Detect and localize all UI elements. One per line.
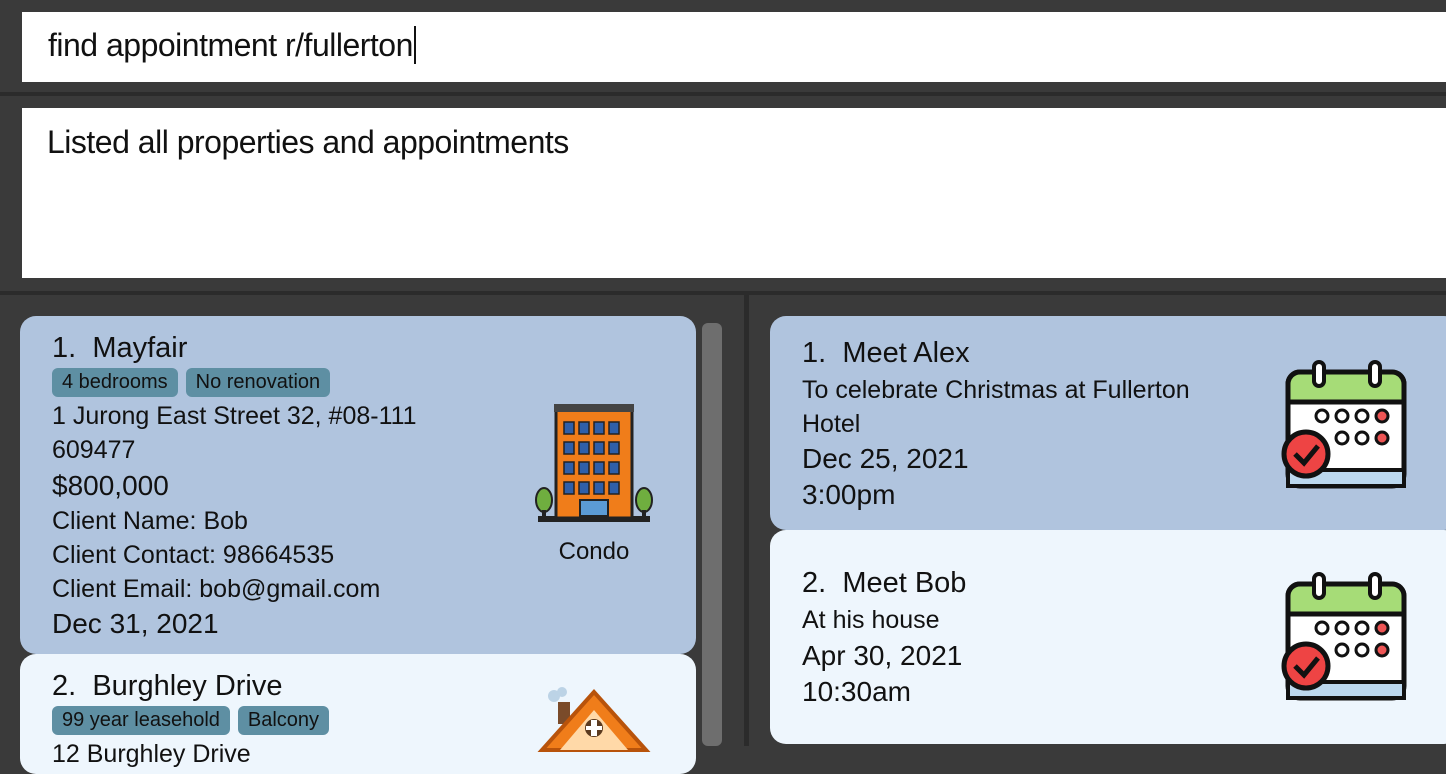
property-tags: 99 year leasehold Balcony [52,706,330,735]
client-contact: Client Contact: 98664535 [52,541,335,569]
calendar-icon [1281,360,1407,489]
tag: 99 year leasehold [52,706,230,735]
property-name: Burghley Drive [92,670,283,702]
divider [0,291,1446,295]
appointment-title: 1. Meet Alex [802,337,970,370]
result-display: Listed all properties and appointments [22,108,1446,278]
property-postal-code: 609477 [52,436,136,464]
appointment-name: Meet Alex [842,337,970,369]
appointment-description: To celebrate Christmas at Fullerton [802,376,1190,404]
appointment-date: Apr 30, 2021 [802,640,963,671]
property-price: $800,000 [52,470,169,501]
appointment-date: Dec 25, 2021 [802,443,969,474]
appointment-description: At his house [802,606,940,634]
divider [0,92,1446,96]
property-name: Mayfair [92,332,188,364]
property-date: Dec 31, 2021 [52,608,219,639]
condo-building-icon [535,404,653,522]
command-input-text: find appointment r/fullerton [48,27,413,63]
calendar-icon [1281,572,1407,701]
client-email: Client Email: bob@gmail.com [52,575,381,603]
property-type: Condo [558,538,630,565]
appointment-time: 3:00pm [802,479,896,510]
result-display-text: Listed all properties and appointments [47,124,569,160]
tag: No renovation [185,368,331,397]
text-caret [413,26,416,64]
client-name: Client Name: Bob [52,507,248,535]
tag: 4 bedrooms [52,368,178,397]
property-address: 12 Burghley Drive [52,740,251,768]
appointment-time: 10:30am [802,676,911,707]
property-address: 1 Jurong East Street 32, #08-111 [52,402,417,430]
property-list-scrollbar[interactable] [702,323,722,746]
property-card[interactable]: 2. Burghley Drive 99 year leasehold Balc… [20,654,696,774]
property-tags: 4 bedrooms No renovation [52,368,331,397]
tag: Balcony [237,706,330,735]
appointment-card[interactable]: 2. Meet Bob At his house Apr 30, 2021 10… [770,530,1446,744]
appointment-title: 2. Meet Bob [802,567,966,600]
property-card[interactable]: 1. Mayfair 4 bedrooms No renovation 1 Ju… [20,316,696,654]
property-title: 2. Burghley Drive [52,670,283,703]
property-title: 1. Mayfair [52,332,187,365]
appointment-index: 1. [802,337,827,369]
panel-divider[interactable] [744,295,749,746]
appointment-name: Meet Bob [842,567,967,599]
property-index: 1. [52,332,77,364]
property-index: 2. [52,670,77,702]
appointment-card[interactable]: 1. Meet Alex To celebrate Christmas at F… [770,316,1446,530]
appointment-index: 2. [802,567,827,599]
appointment-description-cont: Hotel [802,410,861,438]
command-input[interactable]: find appointment r/fullerton [22,12,1446,82]
